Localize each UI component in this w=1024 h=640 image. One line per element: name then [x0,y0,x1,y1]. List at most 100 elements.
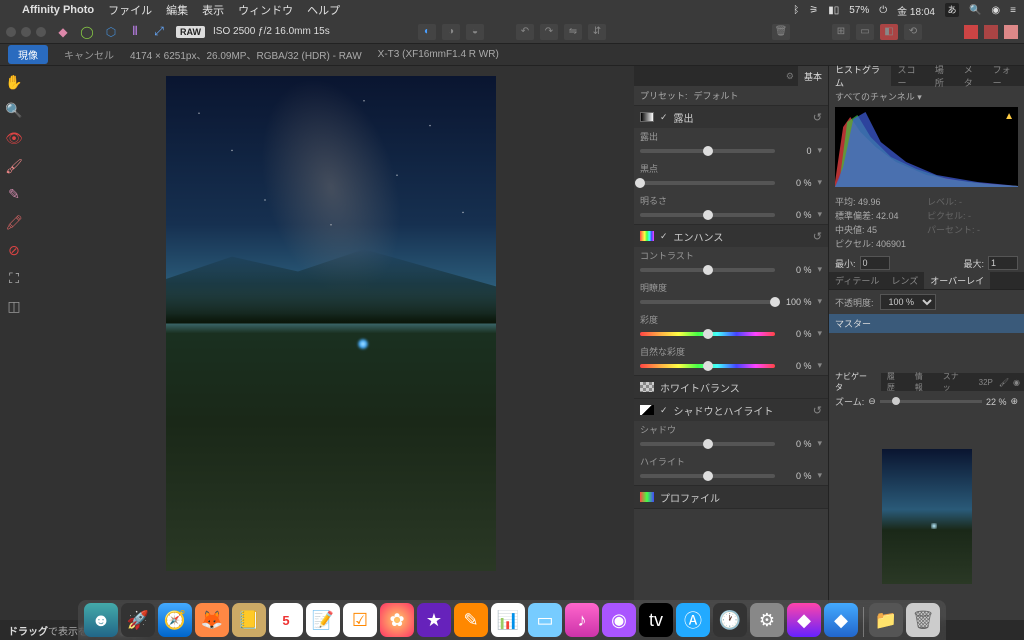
rotate-left-icon[interactable]: ↶ [516,24,534,40]
wifi-icon[interactable]: ⚞ [809,5,818,16]
flip-v-icon[interactable]: ⇵ [588,24,606,40]
bluetooth-icon[interactable]: ᛒ [793,5,799,16]
tab-info[interactable]: 情報 [909,373,937,391]
tab-focal[interactable]: フォー [987,66,1024,86]
tab-scope[interactable]: スコー [891,66,928,86]
ruler-tool-icon[interactable]: ◫ [4,296,24,316]
vibrance-slider[interactable] [640,364,775,368]
tab-history[interactable]: 履歴 [881,373,909,391]
menu-help[interactable]: ヘルプ [307,2,340,18]
channel-label[interactable]: すべてのチャンネル [835,92,915,102]
exposure-reset-icon[interactable]: ↺ [813,111,822,124]
compare-icon[interactable]: ◧ [880,24,898,40]
panel-gear-icon[interactable]: ⚙ [782,71,798,82]
sync-icon[interactable]: ⟲ [904,24,922,40]
menu-file[interactable]: ファイル [108,2,152,18]
dock-photos-icon[interactable]: ✿ [380,603,414,637]
cancel-button[interactable]: キャンセル [64,47,114,62]
trash-icon[interactable]: 🗑 [772,24,790,40]
zoom-in-icon[interactable]: ⊕ [1010,396,1018,407]
nav-brush-icon[interactable]: 🖌 [999,378,1009,387]
tab-basic[interactable]: 基本 [798,66,828,86]
clip-mid-icon[interactable]: ◑ [442,24,460,40]
dock-music-icon[interactable]: ♪ [565,603,599,637]
menubar-clock[interactable]: 金 18:04 [897,3,935,18]
enhance-reset-icon[interactable]: ↺ [813,230,822,243]
dock-launchpad-icon[interactable]: 🚀 [121,603,155,637]
hist-max-input[interactable] [988,256,1018,270]
redeye-tool-icon[interactable]: 👁 [4,128,24,148]
scale-icon[interactable]: ▾ [817,177,822,188]
dock-trash-icon[interactable]: 🗑 [906,603,940,637]
blemish-tool-icon[interactable]: ⊘ [4,240,24,260]
siri-icon[interactable]: ◉ [991,5,1000,16]
tab-navigator[interactable]: ナビゲータ [829,373,881,391]
dock-appstore-icon[interactable]: Ⓐ [676,603,710,637]
window-controls[interactable] [6,27,46,37]
clarity-slider[interactable] [640,300,775,304]
swatch-pink-icon[interactable] [1004,25,1018,39]
tab-snap[interactable]: スナッ [937,373,973,391]
saturation-slider[interactable] [640,332,775,336]
clip-shadow-icon[interactable]: ◐ [418,24,436,40]
dock-imovie-icon[interactable]: ★ [417,603,451,637]
dock-settings-icon[interactable]: ⚙ [750,603,784,637]
exposure-slider[interactable] [640,149,775,153]
dock-clock-icon[interactable]: 🕐 [713,603,747,637]
highlight-slider[interactable] [640,474,775,478]
app-name[interactable]: Affinity Photo [22,4,94,16]
brightness-slider[interactable] [640,213,775,217]
persona-photo-icon[interactable]: ◆ [54,23,72,41]
zoom-slider[interactable] [880,400,982,403]
persona-export-icon[interactable]: ⤢ [150,23,168,41]
channel-dropdown-icon[interactable]: ▾ [917,92,922,102]
dock-podcasts-icon[interactable]: ◉ [602,603,636,637]
dock-affinity-designer-icon[interactable]: ◆ [824,603,858,637]
power-icon[interactable]: ⏻ [879,5,887,16]
menu-window[interactable]: ウィンドウ [238,2,293,18]
opacity-select[interactable]: 100 % [880,294,936,310]
tab-lens[interactable]: レンズ [885,272,924,289]
swatch-red2-icon[interactable] [984,25,998,39]
rotate-right-icon[interactable]: ↷ [540,24,558,40]
dock-keynote-icon[interactable]: ▭ [528,603,562,637]
dock-notes-icon[interactable]: 📝 [306,603,340,637]
scale-icon[interactable]: ▾ [817,145,822,156]
scale-icon[interactable]: ▾ [817,438,822,449]
single-icon[interactable]: ▭ [856,24,874,40]
dock-pages-icon[interactable]: ✎ [454,603,488,637]
overlay-master[interactable]: マスター [829,314,1024,333]
zoom-tool-icon[interactable]: 🔍 [4,100,24,120]
scale-icon[interactable]: ▾ [817,209,822,220]
blackpoint-slider[interactable] [640,181,775,185]
menu-view[interactable]: 表示 [202,2,224,18]
hand-tool-icon[interactable]: ✋ [4,72,24,92]
dock-appletv-icon[interactable]: tv [639,603,673,637]
scale-icon[interactable]: ▾ [817,328,822,339]
tab-32p[interactable]: 32P [973,373,999,391]
tab-overlay[interactable]: オーバーレイ [924,272,990,289]
scale-icon[interactable]: ▾ [817,470,822,481]
battery-icon[interactable]: ▮▯ [828,5,839,16]
preset-value[interactable]: デフォルト [694,89,739,102]
dock-calendar-icon[interactable]: 5 [269,603,303,637]
ime-indicator[interactable]: あ [945,3,959,17]
persona-tone-icon[interactable]: ⫴ [126,23,144,41]
zoom-out-icon[interactable]: ⊖ [868,396,876,407]
dock-reminders-icon[interactable]: ☑ [343,603,377,637]
clip-highlight-icon[interactable]: ◒ [466,24,484,40]
shadows-reset-icon[interactable]: ↺ [813,404,822,417]
notification-center-icon[interactable]: ≡ [1010,5,1016,16]
spotlight-icon[interactable]: 🔍 [969,5,981,16]
swatch-red-icon[interactable] [964,25,978,39]
dock-numbers-icon[interactable]: 📊 [491,603,525,637]
exposure-check-icon[interactable]: ✓ [660,112,668,123]
persona-liquify-icon[interactable]: ◯ [78,23,96,41]
hist-min-input[interactable] [860,256,890,270]
shadows-check-icon[interactable]: ✓ [660,405,668,416]
tab-meta[interactable]: メタ [958,66,987,86]
grid-icon[interactable]: ⊞ [832,24,850,40]
flip-h-icon[interactable]: ⇋ [564,24,582,40]
contrast-slider[interactable] [640,268,775,272]
scale-icon[interactable]: ▾ [817,296,822,307]
